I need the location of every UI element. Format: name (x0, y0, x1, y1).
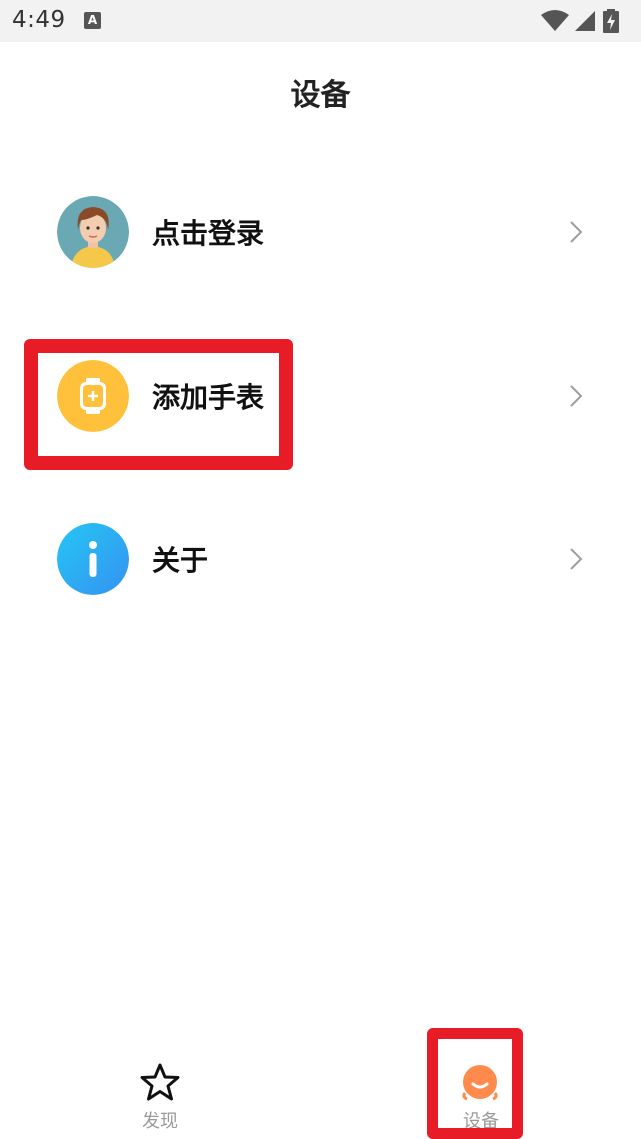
user-avatar-icon (57, 196, 129, 268)
system-icons (541, 9, 631, 33)
login-label: 点击登录 (152, 217, 265, 250)
chevron-right-icon (570, 548, 583, 570)
tab-discover-label: 发现 (142, 1111, 178, 1132)
highlight-box-add-watch (24, 339, 293, 470)
text-a-icon: A (84, 12, 101, 29)
battery-charging-icon (603, 9, 619, 33)
tab-discover[interactable]: 发现 (0, 1030, 320, 1139)
status-time: 4:49 (12, 7, 66, 33)
about-label: 关于 (152, 544, 209, 577)
info-icon (57, 523, 129, 595)
menu-item-about[interactable]: 关于 (0, 509, 641, 609)
chevron-right-icon (570, 385, 583, 407)
highlight-box-device-tab (427, 1028, 523, 1139)
page-title: 设备 (290, 78, 351, 113)
wifi-icon (541, 10, 569, 31)
chevron-right-icon (570, 221, 583, 243)
bottom-tab-bar: 发现 设备 (0, 1030, 641, 1139)
signal-icon (575, 11, 595, 31)
star-icon (140, 1063, 180, 1101)
status-bar: 4:49 A (0, 0, 641, 42)
menu-item-login[interactable]: 点击登录 (0, 182, 641, 282)
